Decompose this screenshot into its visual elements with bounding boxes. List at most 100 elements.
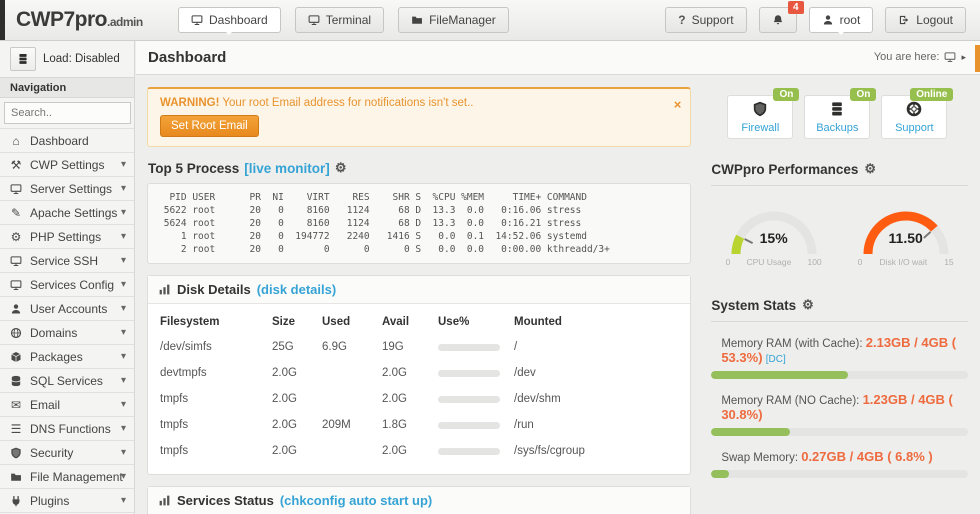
sidebar-item-service-ssh[interactable]: Service SSH▾ <box>0 249 134 273</box>
cell-size: 2.0G <box>272 419 322 431</box>
stat-ram-no-cache: Memory RAM (NO Cache): 1.23GB / 4GB ( 30… <box>711 392 968 436</box>
load-button[interactable] <box>10 47 36 71</box>
sidebar-search-input[interactable] <box>4 102 131 124</box>
process-row: 5622 root 20 0 8160 1124 68 D 13.3 0.0 0… <box>158 204 680 217</box>
sidebar-menu: ⌂Dashboard ⚒CWP Settings▾ Server Setting… <box>0 128 134 514</box>
main-area: Dashboard You are here: ▸ WARNING! Your … <box>136 41 980 514</box>
system-stats-title: System Stats <box>711 298 796 313</box>
user-icon <box>822 14 834 26</box>
sidebar-item-plugins[interactable]: Plugins ▾ <box>0 489 134 513</box>
backups-label: Backups <box>805 122 869 134</box>
divider <box>711 321 968 322</box>
sidebar-item-security[interactable]: Security▾ <box>0 441 134 465</box>
breadcrumb[interactable]: You are here: ▸ <box>874 51 966 63</box>
tab-dashboard[interactable]: Dashboard <box>178 7 281 33</box>
stat-bar-fill <box>711 371 848 379</box>
sidebar-item-apache-settings[interactable]: ✎Apache Settings▾ <box>0 201 134 225</box>
sidebar-item-cwp-settings[interactable]: ⚒CWP Settings▾ <box>0 153 134 177</box>
warning-bold: WARNING! <box>160 97 219 109</box>
sidebar-item-server-settings[interactable]: Server Settings▾ <box>0 177 134 201</box>
shield-icon <box>752 101 768 117</box>
col-use-pct: Use% <box>438 316 514 328</box>
firewall-widget[interactable]: On Firewall <box>727 95 793 139</box>
gear-icon: ⚙ <box>9 231 23 243</box>
chevron-down-icon: ▾ <box>121 423 126 434</box>
sidebar-item-services-config[interactable]: Services Config▾ <box>0 273 134 297</box>
support-button[interactable]: ?Support <box>665 7 746 33</box>
sidebar-item-label: DNS Functions <box>30 422 111 436</box>
performances-heading: CWPpro Performances ⚙ <box>711 161 968 177</box>
cell-filesystem: /dev/simfs <box>160 341 272 353</box>
disk-details-link[interactable]: (disk details) <box>257 282 336 297</box>
live-monitor-link[interactable]: [live monitor] <box>244 161 330 176</box>
logo-brand: CWP7pro <box>16 8 107 31</box>
col-avail: Avail <box>382 316 438 328</box>
disk-row: tmpfs 2.0G 2.0G /dev/shm <box>160 386 678 412</box>
sidebar-item-file-management[interactable]: File Management▾ <box>0 465 134 489</box>
monitor-icon <box>9 183 23 195</box>
cell-avail: 2.0G <box>382 393 438 405</box>
notifications-button[interactable]: 4 <box>759 7 797 33</box>
backups-widget[interactable]: On Backups <box>804 95 870 139</box>
disk-panel-header: Disk Details (disk details) <box>148 276 690 304</box>
system-stats-heading: System Stats ⚙ <box>711 297 968 313</box>
chkconfig-link[interactable]: (chkconfig auto start up) <box>280 493 432 508</box>
sidebar-item-dns-functions[interactable]: ☰DNS Functions▾ <box>0 417 134 441</box>
sidebar-item-user-accounts[interactable]: User Accounts▾ <box>0 297 134 321</box>
sidebar-item-label: Plugins <box>30 494 69 508</box>
usage-bar <box>438 396 500 403</box>
cpu-gauge-value: 15% <box>724 230 824 246</box>
support-label: Support <box>692 13 734 27</box>
sidebar-item-label: Service SSH <box>30 254 98 268</box>
stat-value: 0.27GB / 4GB ( 6.8% ) <box>801 449 933 464</box>
sidebar-item-packages[interactable]: Packages▾ <box>0 345 134 369</box>
top-process-heading: Top 5 Process [live monitor] ⚙ <box>148 160 691 176</box>
folder-icon <box>9 471 23 483</box>
pencil-icon: ✎ <box>9 207 23 219</box>
tab-label: Terminal <box>326 13 371 27</box>
home-icon: ⌂ <box>9 135 23 147</box>
logout-button[interactable]: Logout <box>885 7 966 33</box>
sidebar-item-dashboard[interactable]: ⌂Dashboard <box>0 129 134 153</box>
cell-filesystem: devtmpfs <box>160 367 272 379</box>
gear-icon[interactable]: ⚙ <box>335 160 347 176</box>
chart-icon <box>158 494 171 507</box>
navigation-title: Navigation <box>0 77 134 98</box>
warning-text: WARNING! Your root Email address for not… <box>160 97 664 109</box>
cell-mounted: / <box>514 341 678 353</box>
sidebar-item-label: Domains <box>30 326 77 340</box>
services-panel-title: Services Status <box>177 493 274 508</box>
bell-icon <box>772 14 784 26</box>
sidebar-item-label: Packages <box>30 350 83 364</box>
tab-terminal[interactable]: Terminal <box>295 7 384 33</box>
cell-filesystem: tmpfs <box>160 393 272 405</box>
gear-icon[interactable]: ⚙ <box>864 161 876 177</box>
close-icon[interactable]: × <box>674 97 682 112</box>
disk-io-gauge: 11.50 0 Disk I/O wait 15 <box>856 202 956 267</box>
usage-bar <box>438 448 500 455</box>
disk-io-gauge-label: Disk I/O wait <box>879 257 927 267</box>
user-icon <box>9 303 23 315</box>
support-widget[interactable]: Online Support <box>881 95 947 139</box>
cell-avail: 2.0G <box>382 445 438 457</box>
cell-used: 209M <box>322 419 382 431</box>
user-menu-button[interactable]: root <box>809 7 874 33</box>
set-root-email-button[interactable]: Set Root Email <box>160 115 259 137</box>
sidebar-item-email[interactable]: ✉Email▾ <box>0 393 134 417</box>
server-icon <box>17 53 29 65</box>
firewall-status-badge: On <box>773 88 799 101</box>
sidebar-item-sql-services[interactable]: SQL Services▾ <box>0 369 134 393</box>
gear-icon[interactable]: ⚙ <box>802 297 814 313</box>
logout-label: Logout <box>916 13 953 27</box>
cell-size: 2.0G <box>272 393 322 405</box>
tab-filemanager[interactable]: FileManager <box>398 7 509 33</box>
sidebar-item-php-settings[interactable]: ⚙PHP Settings▾ <box>0 225 134 249</box>
stat-bar <box>711 470 968 478</box>
cpu-usage-gauge: 15% 0 CPU Usage 100 <box>724 202 824 267</box>
col-size: Size <box>272 316 322 328</box>
monitor-icon <box>9 255 23 267</box>
sidebar-item-domains[interactable]: Domains▾ <box>0 321 134 345</box>
firewall-label: Firewall <box>728 122 792 134</box>
chevron-down-icon: ▾ <box>121 495 126 506</box>
dc-link[interactable]: [DC] <box>766 354 786 365</box>
